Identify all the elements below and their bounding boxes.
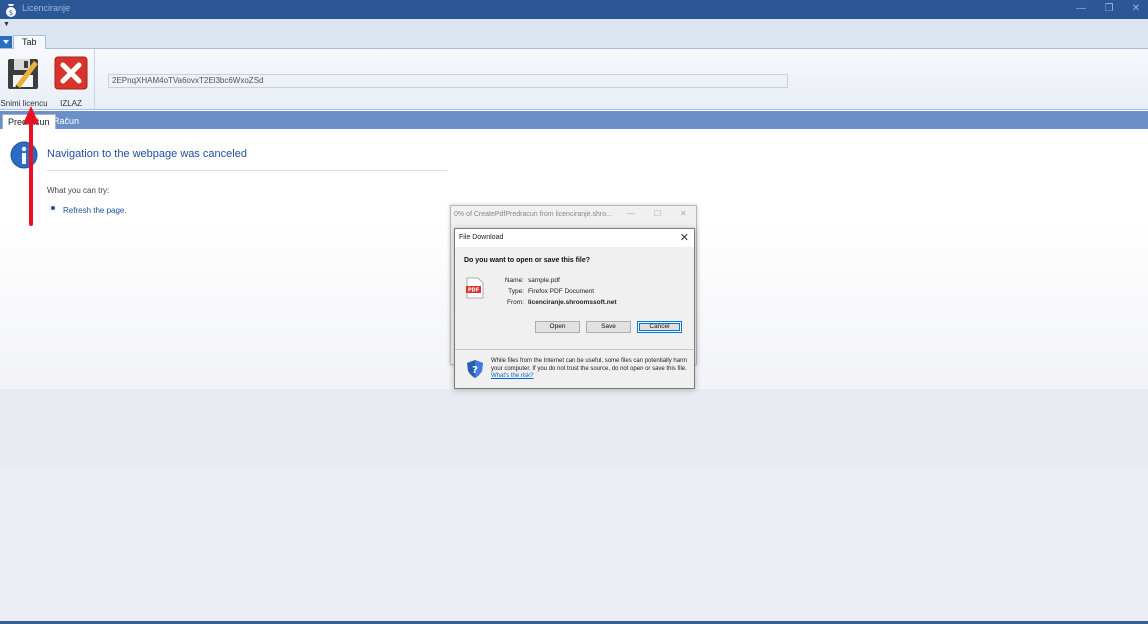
cancel-button[interactable]: Cancel (637, 321, 682, 333)
progress-minimize-button[interactable]: — (627, 209, 635, 218)
from-label: From: (507, 299, 524, 306)
risk-link[interactable]: What's the risk? (491, 373, 534, 379)
window-titlebar: $ Licenciranje — ❐ ✕ (0, 0, 1148, 19)
app-menu-button[interactable] (0, 36, 12, 48)
refresh-link[interactable]: Refresh the page. (63, 206, 127, 215)
bullet-icon (51, 206, 55, 210)
quick-access-toolbar: ▼ (0, 19, 1148, 35)
background-band (0, 467, 1148, 607)
divider (47, 170, 447, 171)
ribbon-tab-row: Tab (0, 35, 1148, 49)
qat-dropdown-icon[interactable]: ▼ (3, 21, 10, 28)
dialog-title: File Download (459, 234, 504, 241)
annotation-arrow-icon (23, 106, 39, 226)
divider (455, 349, 694, 350)
security-warning: While files from the Internet can be use… (491, 358, 689, 381)
exit-button[interactable]: IZLAZ (49, 55, 93, 109)
download-question: Do you want to open or save this file? (464, 257, 591, 264)
pdf-file-icon: PDF (466, 277, 484, 299)
svg-text:$: $ (9, 9, 13, 17)
file-name-value: sample.pdf (528, 277, 560, 284)
save-license-button[interactable]: Snimi licencu (0, 55, 48, 109)
type-label: Type: (508, 288, 524, 295)
dialog-close-button[interactable]: ✕ (680, 231, 689, 244)
dialog-titlebar: File Download ✕ (455, 229, 694, 247)
close-button[interactable]: ✕ (1125, 2, 1147, 17)
ribbon-tab[interactable]: Tab (13, 35, 46, 49)
try-label: What you can try: (47, 186, 110, 195)
window-title: Licenciranje (22, 3, 71, 13)
background-band (0, 389, 1148, 467)
shield-question-icon: ? (467, 360, 483, 378)
license-key-field[interactable]: 2EPnqXHAM4oTVa6ovxT2El3bc6WxoZSd (108, 74, 788, 88)
app-bag-icon: $ (6, 4, 16, 17)
exit-label: IZLAZ (60, 99, 82, 108)
pdf-badge: PDF (468, 288, 479, 294)
save-button[interactable]: Save (586, 321, 631, 333)
error-title: Navigation to the webpage was canceled (47, 148, 247, 160)
minimize-button[interactable]: — (1070, 2, 1092, 17)
file-download-dialog: File Download ✕ Do you want to open or s… (454, 228, 695, 389)
file-source-value: licenciranje.shroomssoft.net (528, 299, 617, 306)
svg-text:?: ? (472, 365, 478, 376)
document-tab-strip: Predračun Račun (0, 111, 1148, 129)
red-x-icon (54, 56, 88, 90)
restore-button[interactable]: ❐ (1098, 2, 1120, 17)
tab-racun[interactable]: Račun (48, 114, 84, 129)
file-type-value: Firefox PDF Document (528, 288, 595, 295)
progress-close-button[interactable]: ✕ (680, 209, 687, 218)
floppy-pencil-icon (8, 59, 38, 89)
name-label: Name: (504, 277, 524, 284)
progress-window-title: 0% of CreatePdfPredracun from licenciran… (454, 211, 612, 218)
open-button[interactable]: Open (535, 321, 580, 333)
ribbon: Snimi licencu IZLAZ 2EPnqXHAM4oTVa6ovxT2… (0, 49, 1148, 110)
warning-text: While files from the Internet can be use… (491, 358, 688, 372)
ribbon-group-actions: Snimi licencu IZLAZ (0, 49, 95, 109)
progress-maximize-button[interactable]: ☐ (654, 209, 661, 218)
